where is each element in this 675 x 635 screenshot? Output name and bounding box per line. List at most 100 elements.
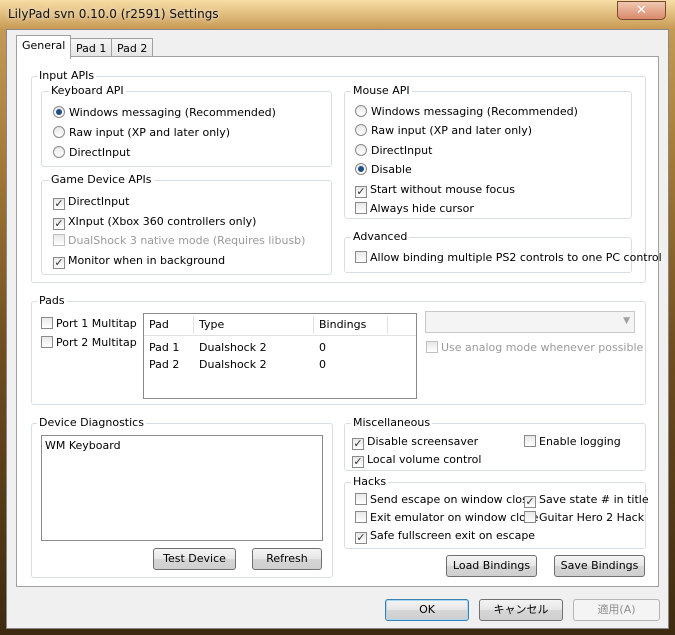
checkbox-indicator — [355, 251, 367, 263]
option-label: Send escape on window close — [370, 493, 535, 506]
checkbox-indicator — [355, 202, 367, 214]
option-label: Windows messaging (Recommended) — [371, 105, 578, 118]
tab-label: Pad 2 — [117, 42, 148, 55]
pads-list[interactable]: Pad Type Bindings Pad 1 Dualshock 2 0 Pa… — [143, 313, 417, 399]
tab-panel-general: Input APIs Keyboard API Windows messagin… — [16, 56, 662, 587]
window-title: LilyPad svn 0.10.0 (r2591) Settings — [8, 7, 219, 21]
bindings-cell: 0 — [319, 358, 326, 371]
monitor-background-checkbox[interactable]: ✓ Monitor when in background — [53, 253, 225, 269]
device-list[interactable]: WM Keyboard — [41, 435, 323, 541]
disable-screensaver-checkbox[interactable]: ✓ Disable screensaver — [352, 434, 478, 450]
option-label: Port 2 Multitap — [56, 336, 137, 349]
checkmark-icon: ✓ — [53, 217, 65, 230]
checkmark-icon: ✓ — [352, 437, 364, 450]
checkbox-indicator — [355, 511, 367, 523]
option-label: Windows messaging (Recommended) — [69, 106, 276, 119]
checkbox-indicator — [355, 493, 367, 505]
start-without-mouse-focus-checkbox[interactable]: ✓ Start without mouse focus — [355, 182, 515, 198]
option-label: Guitar Hero 2 Hack — [539, 511, 645, 524]
cancel-button[interactable]: キャンセル — [479, 599, 563, 621]
type-cell: Dualshock 2 — [199, 341, 267, 354]
option-label: Always hide cursor — [370, 202, 474, 215]
checkmark-icon: ✓ — [355, 531, 367, 544]
local-volume-control-checkbox[interactable]: ✓ Local volume control — [352, 452, 481, 468]
option-label: DirectInput — [68, 195, 130, 208]
bindings-cell: 0 — [319, 341, 326, 354]
keyboard-directinput-radio[interactable]: DirectInput — [53, 145, 130, 161]
hacks-title: Hacks — [351, 475, 389, 488]
pads-list-header: Pad Type Bindings — [144, 314, 416, 336]
column-header-pad[interactable]: Pad — [149, 318, 169, 331]
game-device-apis-title: Game Device APIs — [49, 173, 154, 186]
tab-label: Pad 1 — [76, 42, 107, 55]
xinput-checkbox[interactable]: ✓ XInput (Xbox 360 controllers only) — [53, 214, 256, 230]
port-2-multitap-checkbox[interactable]: Port 2 Multitap — [41, 335, 137, 351]
device-diagnostics-title: Device Diagnostics — [37, 416, 146, 429]
column-header-bindings[interactable]: Bindings — [319, 318, 366, 331]
option-label: Allow binding multiple PS2 controls to o… — [370, 251, 662, 264]
radio-indicator — [53, 126, 65, 138]
pad-cell: Pad 1 — [149, 341, 180, 354]
mouse-disable-radio[interactable]: Disable — [355, 162, 412, 178]
option-label: Safe fullscreen exit on escape — [370, 529, 536, 542]
mouse-api-title: Mouse API — [351, 84, 412, 97]
list-item[interactable]: WM Keyboard — [45, 439, 121, 452]
checkmark-icon: ✓ — [53, 197, 65, 210]
enable-logging-checkbox[interactable]: Enable logging — [524, 434, 621, 450]
column-divider[interactable] — [193, 316, 194, 334]
ok-button[interactable]: OK — [385, 599, 469, 621]
column-divider[interactable] — [387, 316, 388, 334]
close-icon[interactable]: ✕ — [617, 1, 666, 20]
analog-mode-checkbox[interactable]: Use analog mode whenever possible — [426, 340, 643, 356]
radio-indicator — [355, 124, 367, 136]
checkbox-indicator — [524, 435, 536, 447]
checkmark-icon: ✓ — [53, 256, 65, 269]
option-label: Disable screensaver — [367, 435, 479, 448]
option-label: Start without mouse focus — [370, 183, 515, 196]
option-label: XInput (Xbox 360 controllers only) — [68, 215, 257, 228]
option-label: DirectInput — [371, 144, 433, 157]
exit-emulator-checkbox[interactable]: Exit emulator on window close — [355, 510, 538, 526]
load-bindings-button[interactable]: Load Bindings — [446, 555, 537, 577]
send-escape-checkbox[interactable]: Send escape on window close — [355, 492, 535, 508]
checkbox-indicator — [41, 317, 53, 329]
keyboard-windows-messaging-radio[interactable]: Windows messaging (Recommended) — [53, 105, 276, 121]
option-label: Local volume control — [367, 453, 482, 466]
column-divider[interactable] — [313, 316, 314, 334]
radio-indicator — [355, 144, 367, 156]
option-label: DirectInput — [69, 146, 131, 159]
option-label: Save state # in title — [539, 493, 649, 506]
tab-label: General — [22, 39, 66, 52]
always-hide-cursor-checkbox[interactable]: Always hide cursor — [355, 201, 474, 217]
port-1-multitap-checkbox[interactable]: Port 1 Multitap — [41, 316, 137, 332]
safe-fullscreen-exit-checkbox[interactable]: ✓ Safe fullscreen exit on escape — [355, 528, 535, 544]
save-state-title-checkbox[interactable]: ✓ Save state # in title — [524, 492, 649, 508]
keyboard-api-title: Keyboard API — [49, 84, 126, 97]
game-directinput-checkbox[interactable]: ✓ DirectInput — [53, 194, 129, 210]
guitar-hero-2-hack-checkbox[interactable]: Guitar Hero 2 Hack — [524, 510, 644, 526]
pads-title: Pads — [37, 294, 67, 307]
radio-indicator — [53, 146, 65, 158]
option-label: Disable — [371, 163, 412, 176]
title-bar[interactable]: LilyPad svn 0.10.0 (r2591) Settings ✕ — [0, 0, 675, 30]
allow-multiple-bindings-checkbox[interactable]: Allow binding multiple PS2 controls to o… — [355, 250, 662, 266]
test-device-button[interactable]: Test Device — [153, 548, 236, 570]
mouse-directinput-radio[interactable]: DirectInput — [355, 143, 432, 159]
column-header-type[interactable]: Type — [199, 318, 224, 331]
checkbox-indicator — [53, 234, 65, 246]
refresh-button[interactable]: Refresh — [252, 548, 322, 570]
checkmark-icon: ✓ — [355, 185, 367, 198]
checkbox-indicator — [41, 336, 53, 348]
dualshock3-native-checkbox[interactable]: DualShock 3 native mode (Requires libusb… — [53, 233, 305, 249]
save-bindings-button[interactable]: Save Bindings — [554, 555, 645, 577]
keyboard-raw-input-radio[interactable]: Raw input (XP and later only) — [53, 125, 230, 141]
option-label: Exit emulator on window close — [370, 511, 539, 524]
apply-button[interactable]: 適用(A) — [573, 599, 660, 621]
pad-type-dropdown[interactable]: ▼ — [425, 311, 635, 333]
mouse-windows-messaging-radio[interactable]: Windows messaging (Recommended) — [355, 104, 578, 120]
tab-general[interactable]: General — [16, 35, 72, 59]
option-label: Raw input (XP and later only) — [69, 126, 231, 139]
pad-cell: Pad 2 — [149, 358, 180, 371]
mouse-raw-input-radio[interactable]: Raw input (XP and later only) — [355, 123, 532, 139]
advanced-title: Advanced — [351, 230, 410, 243]
